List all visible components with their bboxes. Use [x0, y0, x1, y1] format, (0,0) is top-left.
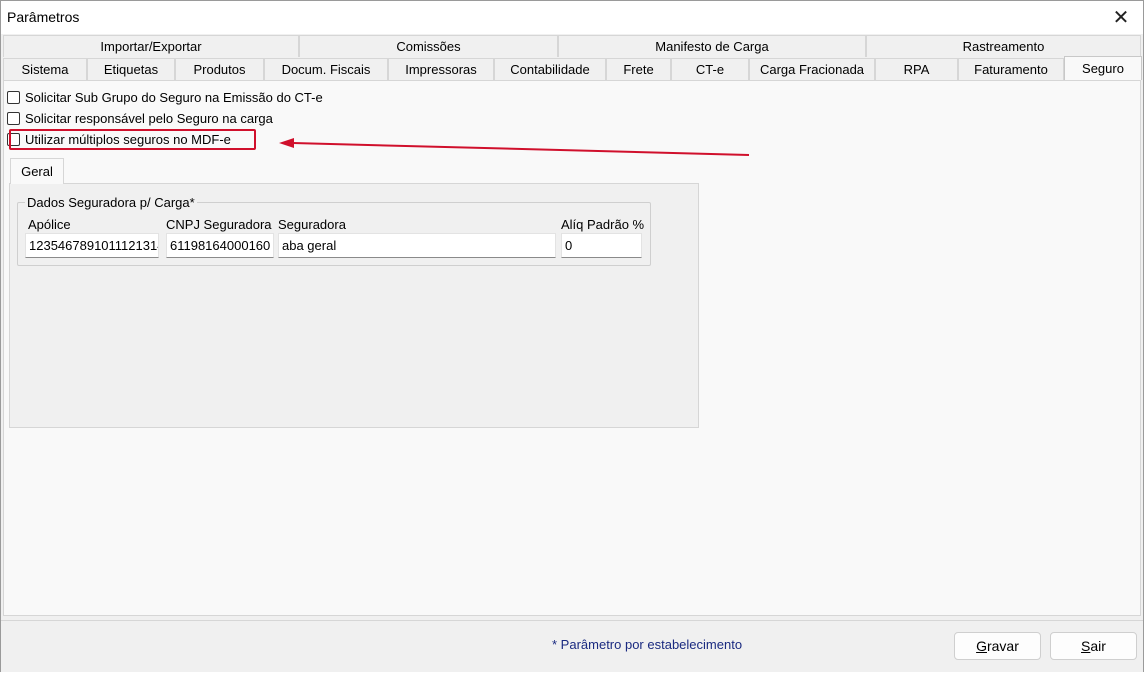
sair-mnemonic: S [1081, 638, 1091, 654]
apolice-label: Apólice [28, 217, 71, 232]
seguradora-label: Seguradora [278, 217, 346, 232]
gravar-button[interactable]: Gravar [954, 632, 1041, 660]
footer-note: * Parâmetro por estabelecimento [552, 637, 743, 652]
seguradora-field[interactable]: aba geral [278, 233, 556, 258]
aliq-field[interactable]: 0 [561, 233, 642, 258]
cnpj-label: CNPJ Seguradora [166, 217, 272, 232]
sair-button[interactable]: Sair [1050, 632, 1137, 660]
parametros-window: Parâmetros ✕ Importar/Exportar Comissões… [0, 0, 1144, 672]
aliq-label: Alíq Padrão % [561, 217, 645, 232]
sair-label: air [1090, 638, 1106, 654]
gravar-mnemonic: G [976, 638, 987, 654]
cnpj-field[interactable]: 61198164000160 [166, 233, 274, 258]
group-title: Dados Seguradora p/ Carga* [25, 195, 197, 210]
gravar-label: ravar [986, 638, 1019, 654]
apolice-field[interactable]: 123546789101112131415 [25, 233, 159, 258]
tab-geral[interactable]: Geral [10, 158, 64, 184]
